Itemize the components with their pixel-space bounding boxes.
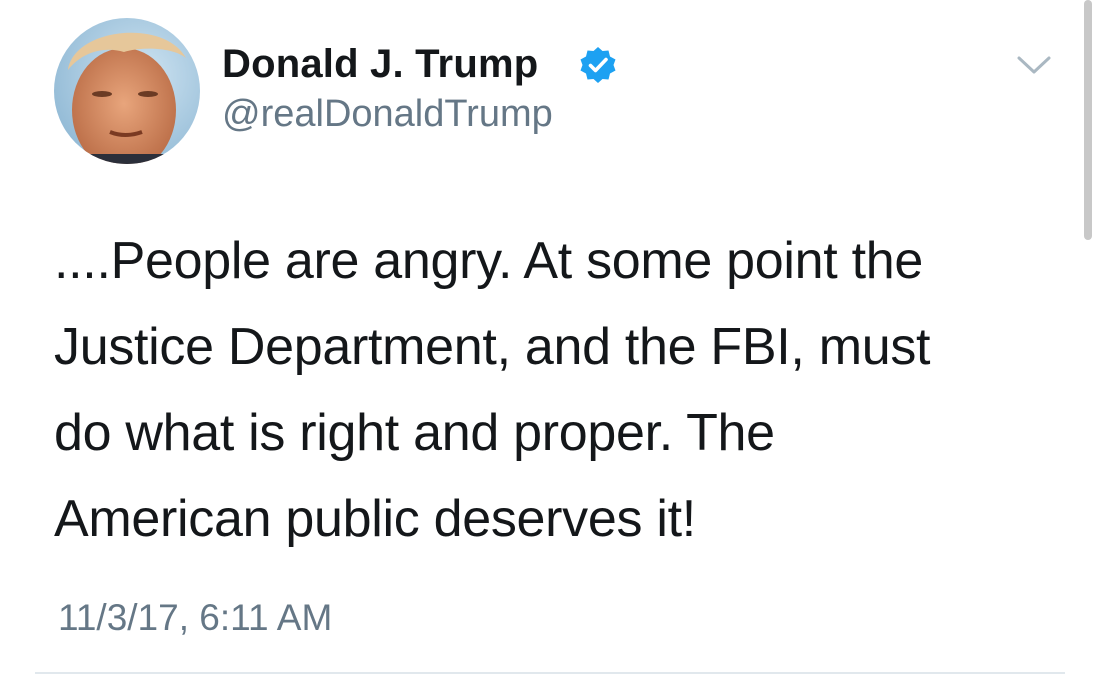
- display-name[interactable]: Donald J. Trump: [222, 40, 538, 88]
- user-handle[interactable]: @realDonaldTrump: [222, 90, 553, 138]
- tweet-timestamp[interactable]: 11/3/17, 6:11 AM: [58, 594, 332, 642]
- avatar-image: [54, 18, 200, 164]
- divider: [35, 672, 1065, 674]
- avatar[interactable]: [54, 18, 200, 164]
- tweet-card: Donald J. Trump @realDonaldTrump ....Peo…: [0, 0, 1100, 684]
- scrollbar[interactable]: [1084, 0, 1092, 240]
- verified-badge-icon: [578, 45, 618, 85]
- tweet-text: ....People are angry. At some point the …: [54, 232, 931, 548]
- chevron-down-icon[interactable]: [1016, 52, 1052, 78]
